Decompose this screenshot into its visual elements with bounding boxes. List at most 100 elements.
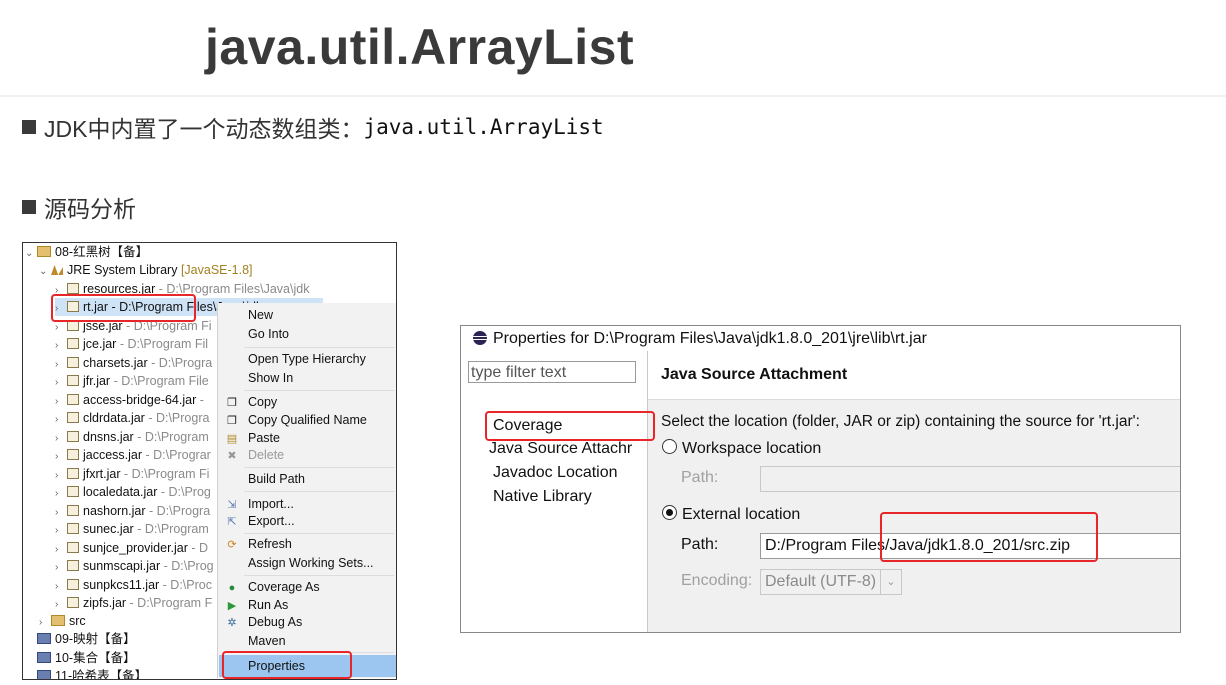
page-title: Java Source Attachment [661, 366, 848, 383]
eclipse-icon [473, 331, 487, 345]
tree-item-src[interactable]: › src [39, 612, 86, 630]
menu-separator [244, 491, 394, 492]
tree-item-project[interactable]: ⌄ 08-红黑树【备】 [25, 243, 148, 261]
tree-item-jar[interactable]: › charsets.jar - D:\Progra [55, 354, 212, 372]
filter-input[interactable]: type filter text [468, 361, 636, 383]
project-icon [37, 652, 51, 663]
tree-item-jar[interactable]: › jce.jar - D:\Program Fil [55, 335, 208, 353]
package-folder-icon [51, 615, 65, 626]
jar-icon [67, 505, 79, 516]
menu-item-show-in[interactable]: Show In [248, 369, 293, 387]
jar-icon [67, 560, 79, 571]
page-header: Java Source Attachment [648, 351, 1180, 400]
dialog-nav-panel: type filter text Coverage Java Source At… [461, 351, 648, 632]
tree-item-jar[interactable]: › sunpkcs11.jar - D:\Proc [55, 576, 212, 594]
nav-item-javadoc-location[interactable]: Javadoc Location [493, 464, 618, 482]
jar-icon [67, 486, 79, 497]
chevron-down-icon[interactable]: ⌄ [880, 570, 901, 594]
chevron-right-icon[interactable]: › [55, 485, 65, 503]
menu-item-paste[interactable]: Paste [248, 429, 280, 447]
copy-icon: ❐ [227, 397, 237, 409]
menu-item-coverage-as[interactable]: Coverage As [248, 578, 320, 596]
tree-item-jre-library[interactable]: ⌄ JRE System Library [JavaSE-1.8] [39, 261, 253, 279]
chevron-right-icon[interactable]: › [55, 337, 65, 355]
menu-item-copy[interactable]: Copy [248, 393, 277, 411]
menu-item-assign-working-sets[interactable]: Assign Working Sets... [248, 554, 374, 572]
tree-item-jar[interactable]: › nashorn.jar - D:\Progra [55, 502, 210, 520]
menu-item-export[interactable]: Export... [248, 512, 295, 530]
dialog-title: Properties for D:\Program Files\Java\jdk… [493, 330, 927, 347]
menu-item-new[interactable]: New [248, 306, 273, 324]
tree-item-project[interactable]: 10-集合【备】 [25, 649, 136, 667]
menu-separator [244, 347, 394, 348]
highlight-rt-jar [51, 294, 196, 322]
tree-item-jar[interactable]: › cldrdata.jar - D:\Progra [55, 409, 209, 427]
tree-item-jar[interactable]: › jaccess.jar - D:\Prograr [55, 446, 211, 464]
jar-icon [67, 375, 79, 386]
tree-item-jar[interactable]: › dnsns.jar - D:\Program [55, 428, 209, 446]
external-path-label: Path: [681, 536, 719, 553]
dialog-title-bar: Properties for D:\Program Files\Java\jdk… [461, 326, 1180, 351]
menu-item-build-path[interactable]: Build Path [248, 470, 305, 488]
jar-icon [67, 523, 79, 534]
bullet-text: 源码分析 [44, 196, 136, 222]
highlight-source-path [880, 512, 1098, 562]
debug-icon: ✲ [227, 617, 237, 629]
context-menu: New Go Into Open Type Hierarchy Show In … [217, 303, 396, 678]
tree-item-project[interactable]: 09-映射【备】 [25, 630, 136, 648]
menu-item-import[interactable]: Import... [248, 495, 294, 513]
delete-icon: ✖ [227, 450, 237, 462]
menu-item-go-into[interactable]: Go Into [248, 325, 289, 343]
jar-icon [67, 542, 79, 553]
tree-item-jar[interactable]: › jfr.jar - D:\Program File [55, 372, 209, 390]
workspace-location-option[interactable]: Workspace location [662, 439, 821, 458]
menu-item-refresh[interactable]: Refresh [248, 535, 292, 553]
square-bullet-icon [22, 200, 36, 214]
tree-item-jar[interactable]: › jfxrt.jar - D:\Program Fi [55, 465, 209, 483]
slide-title: java.util.ArrayList [205, 19, 635, 75]
export-icon: ⇱ [227, 516, 237, 528]
menu-item-debug-as[interactable]: Debug As [248, 613, 302, 631]
menu-separator [244, 467, 394, 468]
highlight-properties [222, 651, 352, 679]
chevron-right-icon[interactable]: › [55, 374, 65, 392]
jar-icon [67, 283, 79, 294]
menu-separator [244, 533, 394, 534]
radio-checked-icon[interactable] [662, 505, 677, 520]
menu-item-delete[interactable]: Delete [248, 446, 284, 464]
bullet-code: java.util.ArrayList [363, 115, 604, 139]
menu-item-maven[interactable]: Maven [248, 632, 286, 650]
import-icon: ⇲ [227, 499, 237, 511]
workspace-path-field[interactable] [760, 466, 1180, 492]
menu-item-run-as[interactable]: Run As [248, 596, 288, 614]
radio-unchecked-icon[interactable] [662, 439, 677, 454]
jar-icon [67, 412, 79, 423]
bullet-text: JDK中内置了一个动态数组类： [44, 116, 364, 142]
chevron-right-icon[interactable]: › [55, 559, 65, 577]
tree-item-jar[interactable]: › zipfs.jar - D:\Program F [55, 594, 212, 612]
chevron-down-icon[interactable]: ⌄ [39, 263, 49, 281]
workspace-path-label: Path: [681, 469, 719, 486]
menu-item-copy-qualified-name[interactable]: Copy Qualified Name [248, 411, 367, 429]
tree-item-jar[interactable]: › sunec.jar - D:\Program [55, 520, 209, 538]
chevron-down-icon[interactable]: ⌄ [25, 245, 35, 263]
nav-item-java-source-attachment[interactable]: Java Source Attachr [489, 440, 633, 458]
external-location-option[interactable]: External location [662, 505, 800, 524]
chevron-right-icon[interactable]: › [55, 448, 65, 466]
tree-item-project[interactable]: 11-哈希表【备】 [25, 667, 147, 679]
bullet-source-analysis: 源码分析 [22, 190, 136, 224]
tree-item-jar[interactable]: › access-bridge-64.jar - [55, 391, 204, 409]
menu-item-open-type-hierarchy[interactable]: Open Type Hierarchy [248, 350, 366, 368]
tree-item-jar[interactable]: › sunjce_provider.jar - D [55, 539, 208, 557]
nav-item-native-library[interactable]: Native Library [493, 488, 592, 506]
highlight-java-source-attachment [485, 411, 655, 441]
project-folder-icon [37, 246, 51, 257]
refresh-icon: ⟳ [227, 539, 237, 551]
chevron-right-icon[interactable]: › [55, 522, 65, 540]
tree-item-jar[interactable]: › sunmscapi.jar - D:\Prog [55, 557, 214, 575]
encoding-select[interactable]: Default (UTF-8) ⌄ [760, 569, 902, 595]
tree-item-jar[interactable]: › localedata.jar - D:\Prog [55, 483, 211, 501]
encoding-label: Encoding: [681, 572, 753, 589]
chevron-right-icon[interactable]: › [55, 411, 65, 429]
run-icon: ▶ [227, 600, 237, 612]
